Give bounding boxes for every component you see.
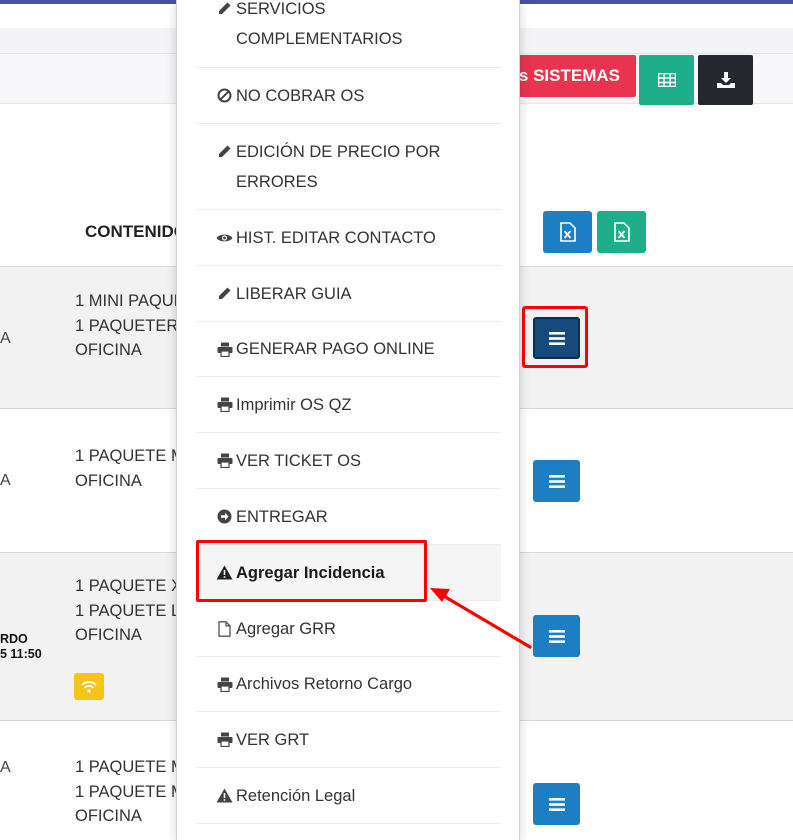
menu-item-imprimir-os-qz[interactable]: Imprimir OS QZ [196,377,501,433]
menu-item-servicios-complementarios[interactable]: SERVICIOS COMPLEMENTARIOS [196,0,501,68]
print-icon [216,396,233,413]
file-excel-icon [559,222,576,242]
menu-item-label: SERVICIOS COMPLEMENTARIOS [236,0,403,48]
row-edge-text: A [0,472,11,489]
export-excel-alt-button[interactable] [597,211,646,253]
menu-item-label: Imprimir OS QZ [236,395,352,414]
row-actions-button[interactable] [533,783,580,825]
row-actions-button[interactable] [533,460,580,502]
pencil-icon [216,285,233,302]
menu-item-label: HIST. EDITAR CONTACTO [236,228,436,247]
row-actions-button[interactable] [533,615,580,657]
menu-item-label: VER GRT [236,730,310,749]
table-view-button[interactable] [639,55,694,105]
menu-item-edicion-precio[interactable]: EDICIÓN DE PRECIO POR ERRORES [196,124,501,210]
ban-icon [216,87,233,104]
wifi-icon [81,681,97,693]
export-excel-button[interactable] [543,211,592,253]
menu-item-ver-ticket-os[interactable]: VER TICKET OS [196,433,501,489]
pencil-icon [216,143,233,160]
menu-item-label: Retención Legal [236,786,356,805]
sistemas-button-label: as SISTEMAS [509,66,620,85]
print-icon [216,341,233,358]
file-excel-icon [613,222,630,242]
menu-item-generar-pago-online[interactable]: GENERAR PAGO ONLINE [196,322,501,377]
table-icon [657,73,676,87]
menu-item-label: LIBERAR GUIA [236,284,352,303]
row-contenido: 1 PAQUETE X 1 PAQUETE L OFICINA [75,577,182,644]
menu-item-label: EDICIÓN DE PRECIO POR ERRORES [236,143,441,191]
pencil-icon [216,0,233,17]
file-icon [216,620,233,637]
sistemas-button[interactable]: as SISTEMAS [500,55,636,97]
print-icon [216,452,233,469]
row-edge-text: A [0,759,11,776]
wifi-badge [74,673,104,700]
row-contenido: 1 PAQUETE M 1 PAQUETE M OFICINA [75,758,185,825]
annotation-arrow [430,588,532,649]
warning-icon [216,787,233,804]
menu-item-label: Agregar GRR [236,619,336,638]
print-icon [216,731,233,748]
menu-item-ver-grt[interactable]: VER GRT [196,712,501,768]
row-contenido: 1 MINI PAQUE 1 PAQUETER OFICINA [75,292,185,359]
row-edge-date: RDO 5 11:50 [0,632,42,661]
download-button[interactable] [698,55,753,105]
row-edge-text: A [0,330,11,347]
menu-item-entregar[interactable]: ENTREGAR [196,489,501,545]
print-icon [216,676,233,693]
download-icon [716,72,735,88]
eye-icon [216,229,233,246]
bars-icon [548,474,565,488]
row-contenido: 1 PAQUETE M OFICINA [75,447,185,490]
menu-item-label: Archivos Retorno Cargo [236,675,413,693]
highlight-box-agregar-incidencia [196,540,427,602]
arrow-circle-right-icon [216,508,233,525]
menu-item-hist-editar-contacto[interactable]: HIST. EDITAR CONTACTO [196,210,501,266]
menu-item-no-cobrar-os[interactable]: NO COBRAR OS [196,68,501,124]
column-header-contenido: CONTENIDO [85,222,187,241]
bars-icon [548,797,565,811]
bars-icon [548,629,565,643]
menu-item-archivos-retorno-cargo[interactable]: Archivos Retorno Cargo [196,657,501,712]
menu-item-label: VER TICKET OS [236,451,362,470]
highlight-box-actions-button [522,306,588,368]
menu-item-label: NO COBRAR OS [236,86,365,105]
row-actions-dropdown: SERVICIOS COMPLEMENTARIOS NO COBRAR OS E… [176,0,520,840]
menu-item-retencion-legal[interactable]: Retención Legal [196,768,501,824]
menu-item-label: GENERAR PAGO ONLINE [236,340,435,358]
menu-item-label: ENTREGAR [236,507,328,526]
menu-item-liberar-guia[interactable]: LIBERAR GUIA [196,266,501,322]
